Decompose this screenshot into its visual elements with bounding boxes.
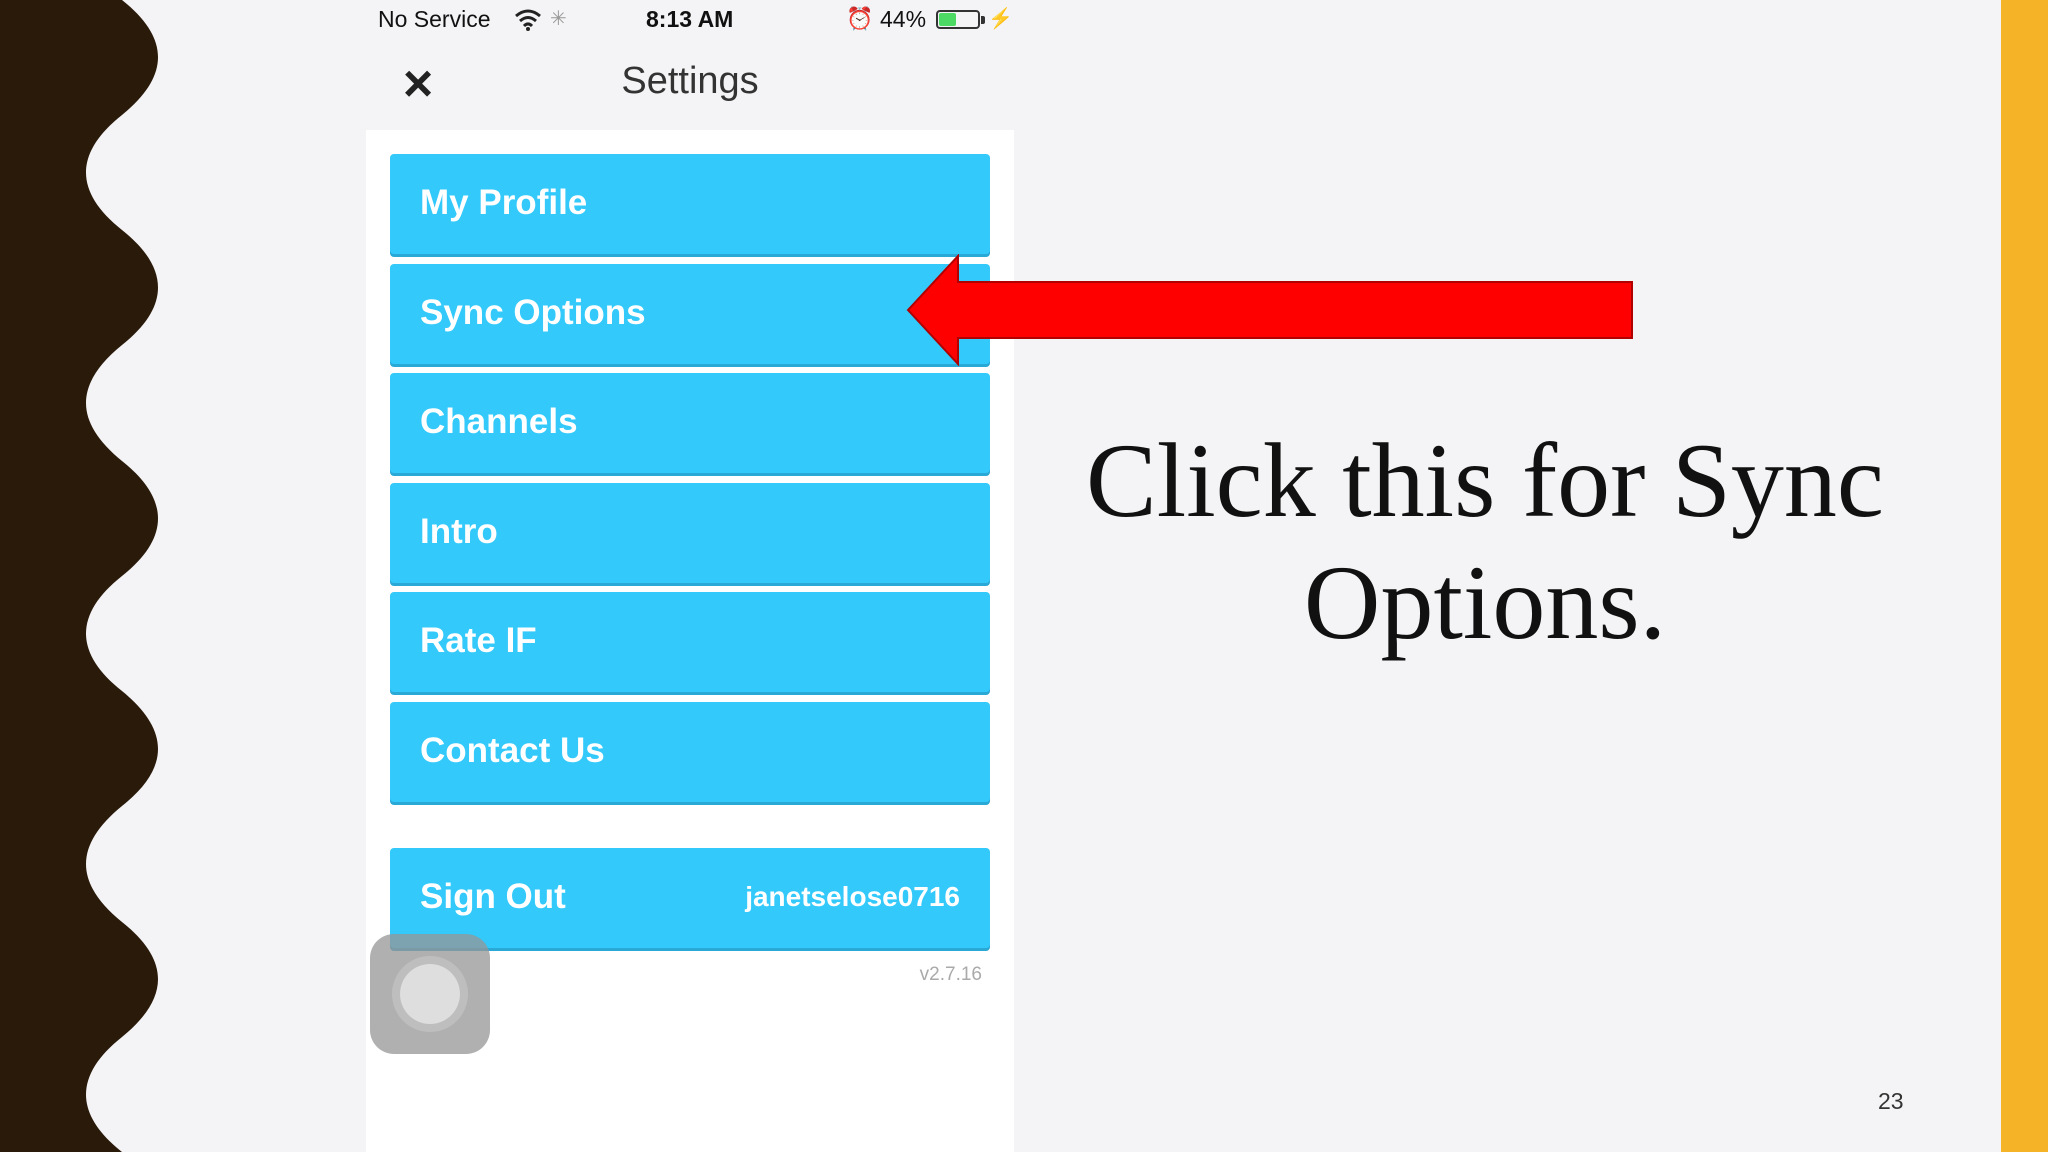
intro-button[interactable]: Intro bbox=[390, 483, 990, 583]
nav-header: × Settings bbox=[366, 42, 1014, 128]
contact-us-button[interactable]: Contact Us bbox=[390, 702, 990, 802]
assistive-touch-button[interactable] bbox=[370, 934, 490, 1054]
phone-screen: No Service ✳ 8:13 AM ⏰ 44% ⚡ × Settings … bbox=[366, 0, 1014, 1152]
my-profile-button[interactable]: My Profile bbox=[390, 154, 990, 254]
rate-if-button[interactable]: Rate IF bbox=[390, 592, 990, 692]
activity-spinner-icon: ✳ bbox=[550, 8, 567, 30]
sign-out-label: Sign Out bbox=[420, 877, 566, 916]
version-label: v2.7.16 bbox=[919, 964, 982, 985]
wifi-icon bbox=[515, 9, 541, 31]
accent-side-bar bbox=[2001, 0, 2048, 1152]
carrier-label: No Service bbox=[378, 6, 491, 32]
page-title: Settings bbox=[621, 60, 759, 102]
clock: 8:13 AM bbox=[646, 6, 734, 32]
alarm-icon: ⏰ bbox=[846, 6, 874, 31]
username-label: janetselose0716 bbox=[745, 881, 960, 912]
wavy-left-border bbox=[0, 0, 158, 1152]
battery-percent: 44% bbox=[880, 6, 927, 32]
battery-fill bbox=[939, 13, 956, 26]
charging-bolt-icon: ⚡ bbox=[988, 8, 1013, 30]
battery-tip bbox=[981, 16, 985, 24]
slide-page-number: 23 bbox=[1878, 1088, 1904, 1114]
sign-out-button[interactable]: Sign Out janetselose0716 bbox=[390, 848, 990, 948]
annotation-text: Click this for Sync Options. bbox=[1086, 422, 1884, 661]
channels-button[interactable]: Channels bbox=[390, 373, 990, 473]
sync-options-button[interactable]: Sync Options bbox=[390, 264, 990, 364]
red-arrow-icon bbox=[906, 254, 1633, 366]
status-bar: No Service ✳ 8:13 AM ⏰ 44% ⚡ bbox=[366, 0, 1014, 40]
battery-icon bbox=[936, 10, 980, 29]
assistive-touch-icon bbox=[400, 964, 460, 1024]
